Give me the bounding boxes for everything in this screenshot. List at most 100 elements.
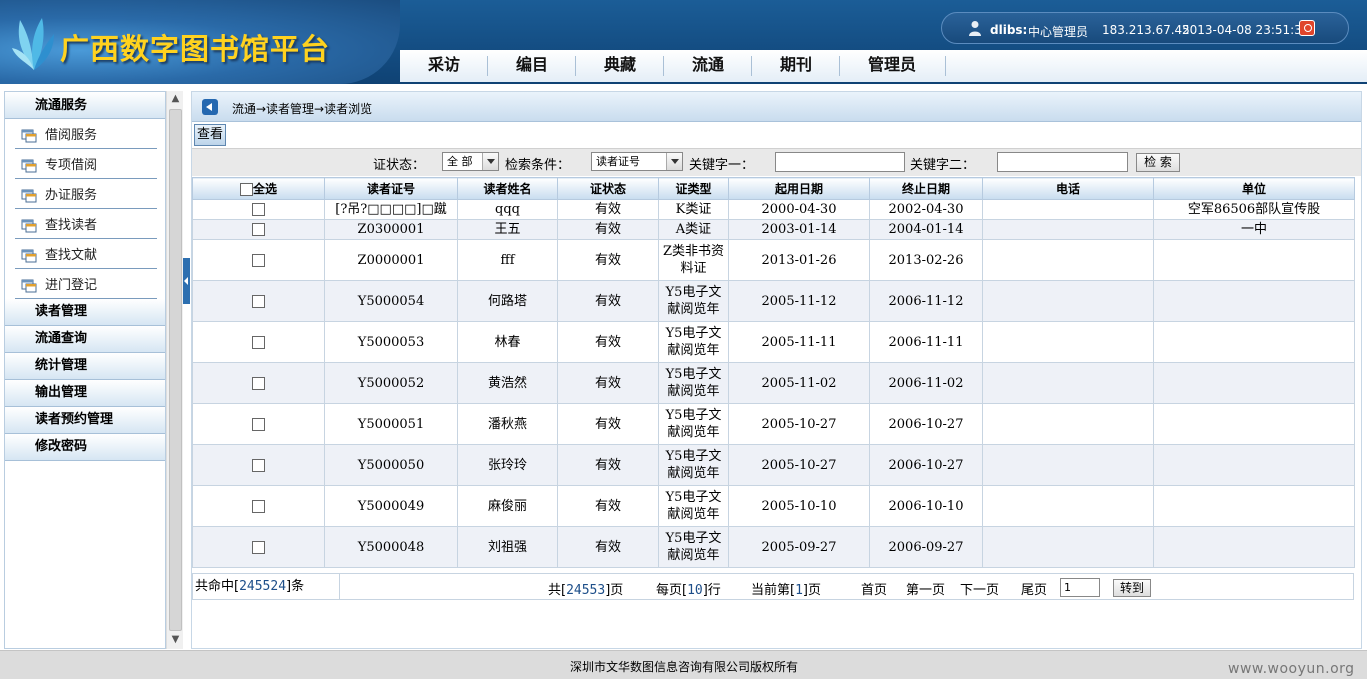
cell-card-id[interactable]: Z0000001 [324, 239, 458, 281]
select-all-header[interactable]: 全选 [192, 177, 325, 200]
row-checkbox[interactable] [252, 223, 265, 236]
cell-phone [982, 199, 1154, 220]
back-arrow-icon[interactable] [202, 99, 218, 115]
cell-unit [1153, 362, 1355, 404]
sidebar-section-circulation-service[interactable]: 流通服务 [5, 92, 165, 119]
cell-card-id[interactable]: Y5000052 [324, 362, 458, 404]
table-row: Y5000052 黄浩然 有效 Y5电子文献阅览年 2005-11-02 200… [192, 362, 1355, 404]
window-icon [21, 129, 37, 143]
cell-card-id[interactable]: Y5000051 [324, 403, 458, 445]
cell-card-id[interactable]: Y5000050 [324, 444, 458, 486]
per-page-prefix: 每页[ [656, 583, 688, 598]
sidebar-item-find-reader[interactable]: 查找读者 [5, 209, 165, 239]
cell-status: 有效 [557, 444, 659, 486]
cell-card-id[interactable]: [?吊?□□□□]□蹴 [324, 199, 458, 220]
condition-select[interactable]: 读者证号 [591, 152, 683, 171]
window-icon [21, 279, 37, 293]
next-page-link[interactable]: 下一页 [960, 579, 999, 598]
row-checkbox[interactable] [252, 376, 265, 390]
cell-type: Y5电子文献阅览年 [658, 403, 729, 445]
sidebar-item-card-service[interactable]: 办证服务 [5, 179, 165, 209]
row-checkbox[interactable] [252, 253, 265, 267]
sidebar-item-label: 查找读者 [45, 218, 98, 233]
status-select-value: 全 部 [447, 155, 473, 168]
page-number-input[interactable]: 1 [1060, 578, 1100, 597]
cell-phone [982, 526, 1154, 568]
cell-type: Y5电子文献阅览年 [658, 526, 729, 568]
nav-item-acquisition[interactable]: 采访 [400, 50, 488, 82]
table-row: Z0300001 王五 有效 A类证 2003-01-14 2004-01-14… [192, 219, 1355, 240]
sidebar-collapse-toggle[interactable] [183, 258, 190, 304]
nav-item-cataloging[interactable]: 编目 [488, 50, 576, 82]
search-button[interactable]: 检 索 [1136, 153, 1180, 172]
cell-start-date: 2005-11-02 [728, 362, 870, 404]
sidebar-item-special-borrow[interactable]: 专项借阅 [5, 149, 165, 179]
cell-end-date: 2006-11-11 [869, 321, 983, 363]
sidebar-item-borrow-service[interactable]: 借阅服务 [5, 119, 165, 149]
sidebar-scrollbar[interactable]: ▲ ▼ [166, 91, 183, 649]
cell-card-id[interactable]: Y5000053 [324, 321, 458, 363]
sidebar-item-entry-register[interactable]: 进门登记 [5, 269, 165, 299]
site-title: 广西数字图书馆平台 [60, 32, 331, 66]
window-icon [21, 159, 37, 173]
table-row: Z0000001 fff 有效 Z类非书资料证 2013-01-26 2013-… [192, 239, 1355, 281]
row-checkbox[interactable] [252, 335, 265, 349]
page-count: 共[24553]页 [548, 579, 623, 598]
row-checkbox[interactable] [252, 499, 265, 513]
row-checkbox[interactable] [252, 203, 265, 216]
nav-item-holdings[interactable]: 典藏 [576, 50, 664, 82]
keyword2-input[interactable] [997, 152, 1128, 172]
cell-card-id[interactable]: Y5000048 [324, 526, 458, 568]
cell-name: 何路塔 [457, 280, 558, 322]
scroll-down-icon[interactable]: ▼ [167, 632, 184, 648]
cell-card-id[interactable]: Y5000054 [324, 280, 458, 322]
cell-type: Y5电子文献阅览年 [658, 280, 729, 322]
col-header-start-date: 起用日期 [728, 177, 870, 200]
nav-item-circulation[interactable]: 流通 [664, 50, 752, 82]
last-page-link[interactable]: 尾页 [1021, 579, 1047, 598]
cell-type: K类证 [658, 199, 729, 220]
row-checkbox[interactable] [252, 294, 265, 308]
sidebar-section-change-password[interactable]: 修改密码 [5, 434, 165, 461]
sidebar-section-circulation-query[interactable]: 流通查询 [5, 326, 165, 353]
cell-type: Y5电子文献阅览年 [658, 321, 729, 363]
table-row: Y5000051 潘秋燕 有效 Y5电子文献阅览年 2005-10-27 200… [192, 403, 1355, 445]
nav-item-admin[interactable]: 管理员 [850, 50, 934, 82]
keyword2-label: 关键字二： [910, 158, 976, 173]
per-page: 每页[10]行 [656, 579, 721, 598]
total-prefix: 共命中[ [195, 579, 240, 594]
cell-start-date: 2000-04-30 [728, 199, 870, 220]
scroll-thumb[interactable] [169, 109, 182, 631]
logout-power-icon[interactable] [1299, 20, 1315, 36]
first-page-link[interactable]: 首页 [861, 579, 887, 598]
cell-status: 有效 [557, 239, 659, 281]
scroll-up-icon[interactable]: ▲ [167, 91, 184, 107]
table-row: Y5000053 林春 有效 Y5电子文献阅览年 2005-11-11 2006… [192, 321, 1355, 363]
watermark-text: www.wooyun.org [1228, 661, 1355, 677]
row-checkbox[interactable] [252, 540, 265, 554]
main-nav: 采访 编目 典藏 流通 期刊 管理员 [400, 50, 1367, 82]
sidebar-item-label: 进门登记 [45, 278, 98, 293]
total-count: 245524 [239, 579, 287, 594]
keyword1-input[interactable] [775, 152, 905, 172]
cell-card-id[interactable]: Y5000049 [324, 485, 458, 527]
select-all-checkbox[interactable] [239, 183, 253, 196]
prev-page-link[interactable]: 第一页 [906, 579, 945, 598]
status-select[interactable]: 全 部 [442, 152, 499, 171]
user-name: dlibs: [990, 23, 1028, 37]
sidebar-section-reader-management[interactable]: 读者管理 [5, 299, 165, 326]
sidebar-section-output[interactable]: 输出管理 [5, 380, 165, 407]
view-button[interactable]: 查看 [194, 124, 226, 146]
nav-item-periodicals[interactable]: 期刊 [752, 50, 840, 82]
cell-unit [1153, 526, 1355, 568]
cell-card-id[interactable]: Z0300001 [324, 219, 458, 240]
row-checkbox[interactable] [252, 417, 265, 431]
sidebar-section-reservation[interactable]: 读者预约管理 [5, 407, 165, 434]
row-checkbox[interactable] [252, 458, 265, 472]
sidebar-item-find-document[interactable]: 查找文献 [5, 239, 165, 269]
cell-end-date: 2006-09-27 [869, 526, 983, 568]
window-icon [21, 249, 37, 263]
goto-button[interactable]: 转到 [1113, 579, 1151, 597]
login-time: 2013-04-08 23:51:35 [1182, 23, 1310, 37]
sidebar-section-statistics[interactable]: 统计管理 [5, 353, 165, 380]
